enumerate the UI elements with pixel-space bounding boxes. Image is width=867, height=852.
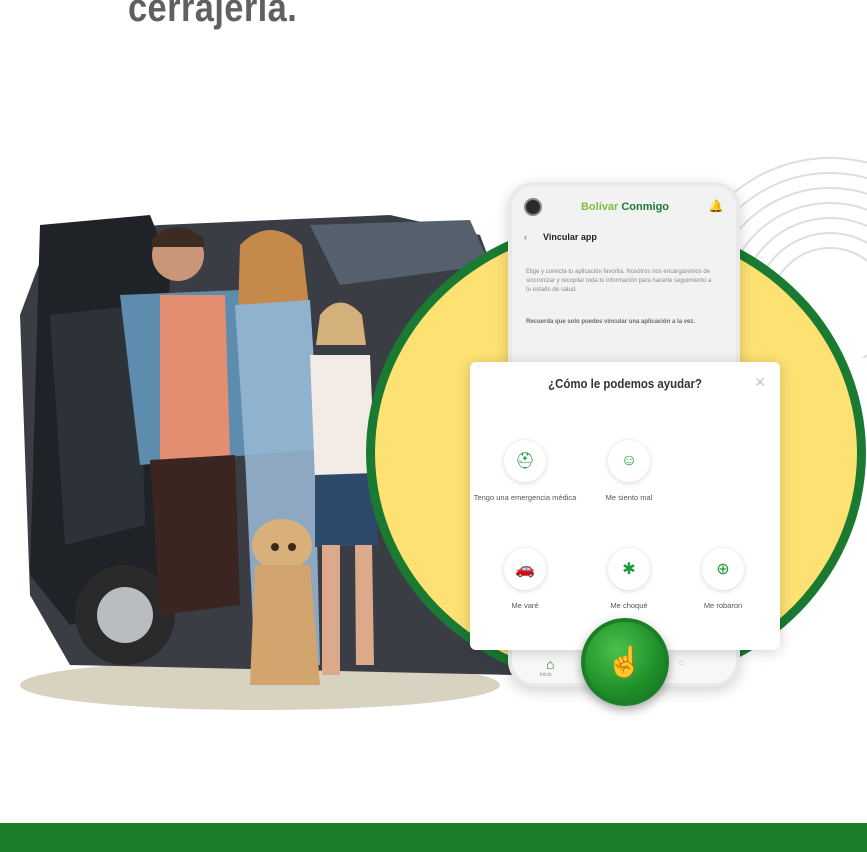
help-modal: ¿Cómo le podemos ayudar? ✕ ⛑ Tengo una e… — [470, 362, 780, 650]
brand-part2: Conmigo — [621, 201, 670, 213]
phone-paragraph-1: Elige y conecta tu aplicación favorita. … — [526, 269, 712, 293]
home-icon[interactable]: ⌂ — [546, 656, 554, 672]
broken-car-icon: 🚗 — [504, 548, 546, 590]
option-label: Me varé — [511, 601, 539, 610]
screen-title: Vincular app — [543, 232, 597, 242]
option-me-robaron[interactable]: ⊕ Me robaron — [668, 548, 778, 612]
brand-logo: Bolívar Conmigo — [542, 201, 708, 213]
option-label: Me siento mal — [605, 493, 653, 502]
close-icon[interactable]: ✕ — [754, 374, 766, 391]
phone-paragraph-2: Recuerda que solo puedes vincular una ap… — [526, 319, 696, 325]
footer-green-bar — [0, 823, 867, 852]
avatar[interactable] — [524, 198, 542, 216]
nav-profile-icon[interactable]: ○ — [678, 658, 684, 669]
headline: cerrajería. — [128, 0, 298, 30]
hand-tap-icon: ☝ — [606, 645, 644, 679]
modal-title: ¿Cómo le podemos ayudar? — [548, 376, 702, 391]
phone-subheader: ‹ Vincular app — [524, 232, 597, 242]
option-me-siento-mal[interactable]: ☺ Me siento mal — [574, 440, 684, 504]
ambulance-icon: ⛑ — [504, 440, 546, 482]
crash-icon: ✱ — [608, 548, 650, 590]
sick-person-icon: ☺ — [608, 440, 650, 482]
help-touch-button[interactable]: ☝ — [581, 618, 669, 706]
bell-icon[interactable]: 🔔 — [708, 199, 724, 215]
brand-part1: Bolívar — [580, 201, 619, 213]
option-emergencia[interactable]: ⛑ Tengo una emergencia médica — [470, 440, 580, 504]
option-label: Tengo una emergencia médica — [473, 493, 577, 502]
nav-home-label: Inicio — [540, 672, 552, 678]
back-icon[interactable]: ‹ — [524, 232, 527, 242]
theft-icon: ⊕ — [702, 548, 744, 590]
option-me-vare[interactable]: 🚗 Me varé — [470, 548, 580, 612]
phone-header: Bolívar Conmigo 🔔 — [512, 186, 736, 228]
option-label: Me robaron — [703, 601, 743, 610]
